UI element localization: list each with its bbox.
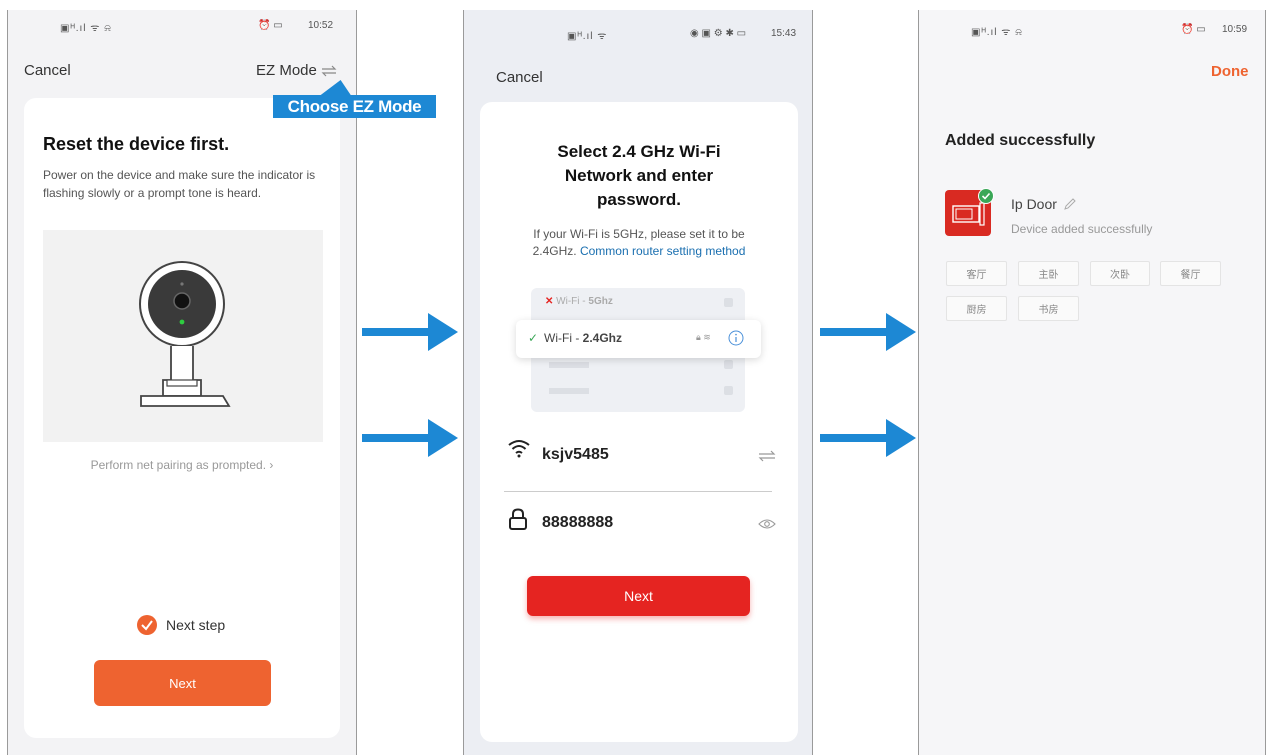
done-button[interactable]: Done [1211, 63, 1249, 80]
wifi-24g-prefix: Wi-Fi - [544, 331, 583, 345]
wifi-5g-prefix: Wi-Fi - [556, 296, 589, 307]
phone-screen-wifi: ▣ᴴ.ıl ᯤ ◉ ▣ ⚙ ✱ ▭ 15:43 Cancel Select 2.… [463, 10, 813, 755]
signal-icons: ▣ᴴ.ıl ᯤ ⍾ [60, 23, 112, 34]
placeholder-icon [724, 360, 733, 369]
flow-arrow-icon [362, 419, 458, 457]
placeholder-icon [724, 386, 733, 395]
choose-ez-mode-callout: Choose EZ Mode [273, 95, 436, 118]
phone-screen-reset: ▣ᴴ.ıl ᯤ ⍾ ⏰ ▭ 10:52 Cancel EZ Mode Reset… [7, 10, 357, 755]
placeholder-bar [549, 388, 589, 394]
flow-arrow-icon [362, 313, 458, 351]
status-bar: ▣ᴴ.ıl ᯤ ◉ ▣ ⚙ ✱ ▭ 15:43 [464, 28, 812, 42]
status-bar: ▣ᴴ.ıl ᯤ ⍾ ⏰ ▭ 10:52 [8, 20, 356, 34]
status-bar: ▣ᴴ.ıl ᯤ ⍾ ⏰ ▭ 10:59 [919, 24, 1265, 38]
status-icons: ◉ ▣ ⚙ ✱ ▭ [690, 28, 747, 39]
ssid-input[interactable]: ksjv5485 [542, 446, 609, 464]
router-method-link[interactable]: Common router setting method [580, 244, 745, 258]
title-line: Select 2.4 GHz Wi-Fi [557, 142, 721, 161]
wifi-24g-row: ✓ Wi-Fi - 2.4Ghz 🔒︎ ≋ [516, 320, 761, 358]
lock-wifi-icons: 🔒︎ ≋ [696, 332, 711, 342]
room-tag[interactable]: 厨房 [946, 296, 1007, 321]
card-title: Reset the device first. [43, 134, 230, 154]
x-icon: ✕ [545, 296, 554, 307]
camera-illustration [43, 230, 323, 442]
flow-arrow-icon [820, 313, 916, 351]
ez-mode-label: EZ Mode [256, 62, 317, 79]
pairing-link[interactable]: Perform net pairing as prompted. › [24, 458, 340, 472]
alarm-battery-icons: ⏰ ▭ [258, 20, 283, 31]
signal-icons: ▣ᴴ.ıl ᯤ ⍾ [971, 27, 1023, 38]
reset-card: Reset the device first. Power on the dev… [24, 98, 340, 738]
info-icon [728, 330, 744, 346]
wifi-24g-band: 2.4Ghz [582, 331, 623, 345]
success-check-icon [978, 188, 994, 204]
camera-icon [139, 261, 231, 407]
card-description: Power on the device and make sure the in… [43, 168, 316, 200]
cancel-button[interactable]: Cancel [24, 62, 71, 79]
wifi-card: Select 2.4 GHz Wi-Fi Network and enter p… [480, 102, 798, 742]
divider [504, 491, 772, 492]
title-line: Network and enter [564, 166, 714, 185]
check-icon: ✓ [528, 331, 539, 345]
ez-mode-button[interactable]: EZ Mode [256, 62, 337, 79]
checked-icon [137, 615, 157, 635]
device-name-row[interactable]: Ip Door [1011, 196, 1077, 212]
wifi-icon [508, 440, 530, 458]
edit-pencil-icon[interactable] [1063, 197, 1077, 211]
room-tag[interactable]: 主卧 [1018, 261, 1079, 286]
switch-network-icon[interactable] [758, 450, 776, 462]
phone-screen-success: ▣ᴴ.ıl ᯤ ⍾ ⏰ ▭ 10:59 Done Added successfu… [918, 10, 1266, 755]
wifi-24g-label: Wi-Fi - 2.4Ghz [544, 331, 622, 345]
hint-line: If your Wi-Fi is 5GHz, please set it to … [533, 227, 745, 241]
title-line: password. [596, 190, 682, 209]
room-tag[interactable]: 客厅 [946, 261, 1007, 286]
cancel-button[interactable]: Cancel [496, 69, 543, 86]
hint-prefix: 2.4GHz. [532, 244, 577, 258]
room-tag[interactable]: 餐厅 [1160, 261, 1221, 286]
eye-icon[interactable] [758, 518, 776, 530]
alarm-battery-icons: ⏰ ▭ [1181, 24, 1206, 35]
next-step-checkbox[interactable]: Next step [136, 614, 225, 636]
device-name: Ip Door [1011, 196, 1057, 212]
device-status: Device added successfully [1011, 222, 1153, 236]
lock-icon [509, 508, 527, 530]
placeholder-bar [549, 362, 589, 368]
next-button[interactable]: Next [94, 660, 271, 706]
room-tag[interactable]: 次卧 [1090, 261, 1150, 286]
band-hint: If your Wi-Fi is 5GHz, please set it to … [480, 226, 798, 260]
status-time: 10:52 [308, 20, 334, 31]
next-step-label: Next step [166, 617, 226, 633]
switch-mode-icon [321, 65, 337, 76]
lock-icon [724, 298, 733, 307]
signal-icons: ▣ᴴ.ıl ᯤ [567, 31, 608, 42]
page-title: Added successfully [945, 132, 1096, 149]
status-time: 10:59 [1222, 24, 1248, 35]
next-button[interactable]: Next [527, 576, 750, 616]
status-time: 15:43 [771, 28, 797, 39]
flow-arrow-icon [820, 419, 916, 457]
card-title: Select 2.4 GHz Wi-Fi Network and enter p… [480, 140, 798, 212]
password-input[interactable]: 88888888 [542, 514, 613, 532]
room-tag[interactable]: 书房 [1018, 296, 1079, 321]
wifi-5g-band: 5Ghz [588, 296, 613, 307]
wifi-5g-row: ✕ Wi-Fi - 5Ghz [545, 296, 613, 307]
